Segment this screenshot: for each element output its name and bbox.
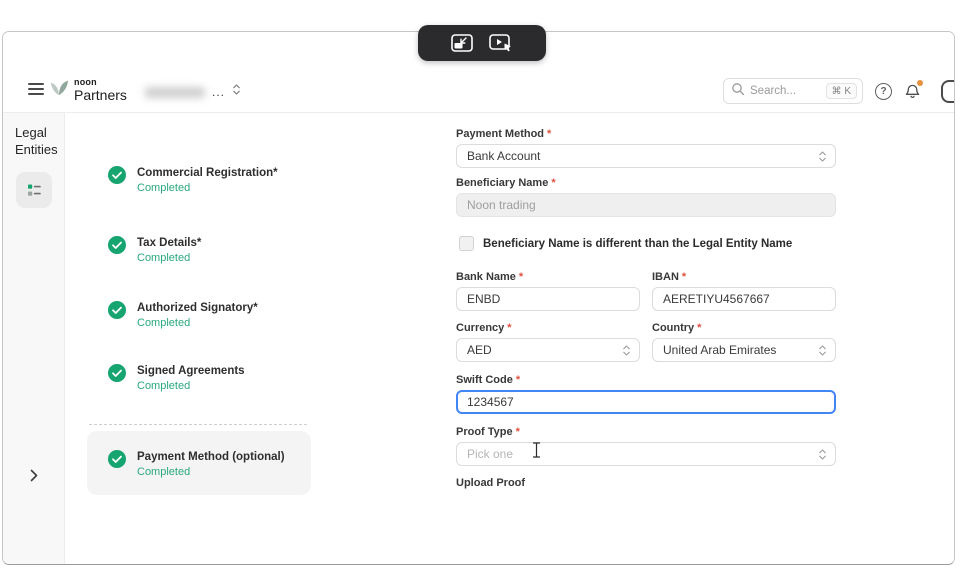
step-commercial-registration[interactable]: Commercial Registration* Completed bbox=[108, 166, 278, 194]
topbar-actions: Search... ⌘ K ? bbox=[723, 78, 923, 104]
bank-name-label: Bank Name * bbox=[456, 271, 524, 283]
payment-method-select[interactable]: Bank Account bbox=[456, 144, 836, 168]
country-label: Country * bbox=[652, 322, 702, 334]
sidebar-title: Legal Entities bbox=[15, 125, 58, 157]
step-signed-agreements[interactable]: Signed Agreements Completed bbox=[108, 364, 245, 392]
chevron-updown-icon bbox=[623, 344, 630, 356]
payment-method-label: Payment Method * bbox=[456, 128, 552, 140]
step-status: Completed bbox=[137, 380, 191, 392]
sidebar-item-legal-entities[interactable] bbox=[16, 172, 52, 208]
step-status: Completed bbox=[137, 466, 191, 478]
chevron-updown-icon bbox=[819, 150, 826, 162]
country-select[interactable]: United Arab Emirates bbox=[652, 338, 836, 362]
step-status: Completed bbox=[137, 317, 191, 329]
currency-select[interactable]: AED bbox=[456, 338, 640, 362]
notifications-bell-icon[interactable] bbox=[904, 79, 923, 100]
swift-code-label: Swift Code * bbox=[456, 374, 521, 386]
checkbox-icon[interactable] bbox=[459, 236, 474, 251]
search-icon bbox=[731, 82, 745, 101]
step-tax-details[interactable]: Tax Details* Completed bbox=[108, 236, 201, 264]
iban-field: IBAN * bbox=[652, 271, 836, 311]
legal-entities-icon bbox=[28, 184, 41, 196]
bank-name-field: Bank Name * bbox=[456, 271, 640, 311]
payment-method-field: Payment Method * Bank Account bbox=[456, 128, 836, 168]
screen-record-icon[interactable] bbox=[489, 33, 513, 53]
help-icon[interactable]: ? bbox=[875, 82, 892, 100]
currency-field: Currency * AED bbox=[456, 322, 640, 362]
check-circle-icon bbox=[108, 364, 126, 382]
chevron-updown-icon bbox=[232, 83, 241, 101]
redacted-entity-name bbox=[145, 86, 205, 98]
entity-ellipsis: ... bbox=[212, 85, 226, 99]
step-label: Signed Agreements bbox=[137, 365, 245, 377]
iban-label: IBAN * bbox=[652, 271, 687, 283]
entity-switcher[interactable]: ... bbox=[145, 83, 241, 101]
beneficiary-name-field: Beneficiary Name * bbox=[456, 177, 836, 217]
step-label: Authorized Signatory* bbox=[137, 302, 258, 314]
sidebar: Legal Entities bbox=[3, 113, 65, 564]
step-label: Payment Method (optional) bbox=[137, 451, 285, 463]
avatar[interactable] bbox=[941, 80, 954, 103]
beneficiary-different-checkbox[interactable]: Beneficiary Name is different than the L… bbox=[459, 236, 792, 251]
swift-code-input[interactable] bbox=[456, 390, 836, 414]
screenshot-root: noon Partners ... Search... ⌘ K ? Legal … bbox=[0, 0, 965, 569]
beneficiary-name-input[interactable] bbox=[456, 193, 836, 217]
search-placeholder: Search... bbox=[750, 85, 797, 97]
iban-input[interactable] bbox=[652, 287, 836, 311]
brand: noon Partners bbox=[49, 76, 127, 103]
chevron-updown-icon bbox=[819, 448, 826, 460]
step-payment-method[interactable]: Payment Method (optional) Completed bbox=[108, 450, 285, 478]
chevron-updown-icon bbox=[819, 344, 826, 356]
notification-badge bbox=[917, 79, 923, 86]
swift-code-field: Swift Code * bbox=[456, 374, 836, 414]
upload-proof-label: Upload Proof bbox=[456, 477, 526, 489]
proof-type-field: Proof Type * Pick one bbox=[456, 426, 836, 466]
sidebar-expand-chevron-icon[interactable] bbox=[23, 464, 45, 486]
text-cursor-icon bbox=[531, 442, 542, 463]
step-status: Completed bbox=[137, 182, 191, 194]
app-window: noon Partners ... Search... ⌘ K ? Legal … bbox=[2, 31, 955, 565]
checkbox-label: Beneficiary Name is different than the L… bbox=[483, 237, 793, 250]
check-circle-icon bbox=[108, 450, 126, 468]
step-label: Commercial Registration* bbox=[137, 167, 278, 179]
brand-partners: Partners bbox=[74, 86, 127, 103]
search-input[interactable]: Search... ⌘ K bbox=[723, 78, 863, 104]
pip-icon[interactable] bbox=[451, 33, 473, 53]
stepper-divider bbox=[89, 424, 307, 425]
check-circle-icon bbox=[108, 301, 126, 319]
currency-label: Currency * bbox=[456, 322, 512, 334]
brand-noon: noon bbox=[74, 76, 97, 87]
bank-name-input[interactable] bbox=[456, 287, 640, 311]
proof-type-select[interactable]: Pick one bbox=[456, 442, 836, 466]
noon-partners-logo-icon bbox=[49, 76, 69, 103]
capture-toolbar bbox=[418, 25, 546, 61]
menu-icon[interactable] bbox=[28, 83, 44, 95]
step-authorized-signatory[interactable]: Authorized Signatory* Completed bbox=[108, 301, 258, 329]
beneficiary-name-label: Beneficiary Name * bbox=[456, 177, 556, 189]
search-shortcut-badge: ⌘ K bbox=[825, 83, 857, 99]
step-label: Tax Details* bbox=[137, 237, 202, 249]
proof-type-label: Proof Type * bbox=[456, 426, 520, 438]
check-circle-icon bbox=[108, 236, 126, 254]
country-field: Country * United Arab Emirates bbox=[652, 322, 836, 362]
step-status: Completed bbox=[137, 252, 191, 264]
check-circle-icon bbox=[108, 166, 126, 184]
